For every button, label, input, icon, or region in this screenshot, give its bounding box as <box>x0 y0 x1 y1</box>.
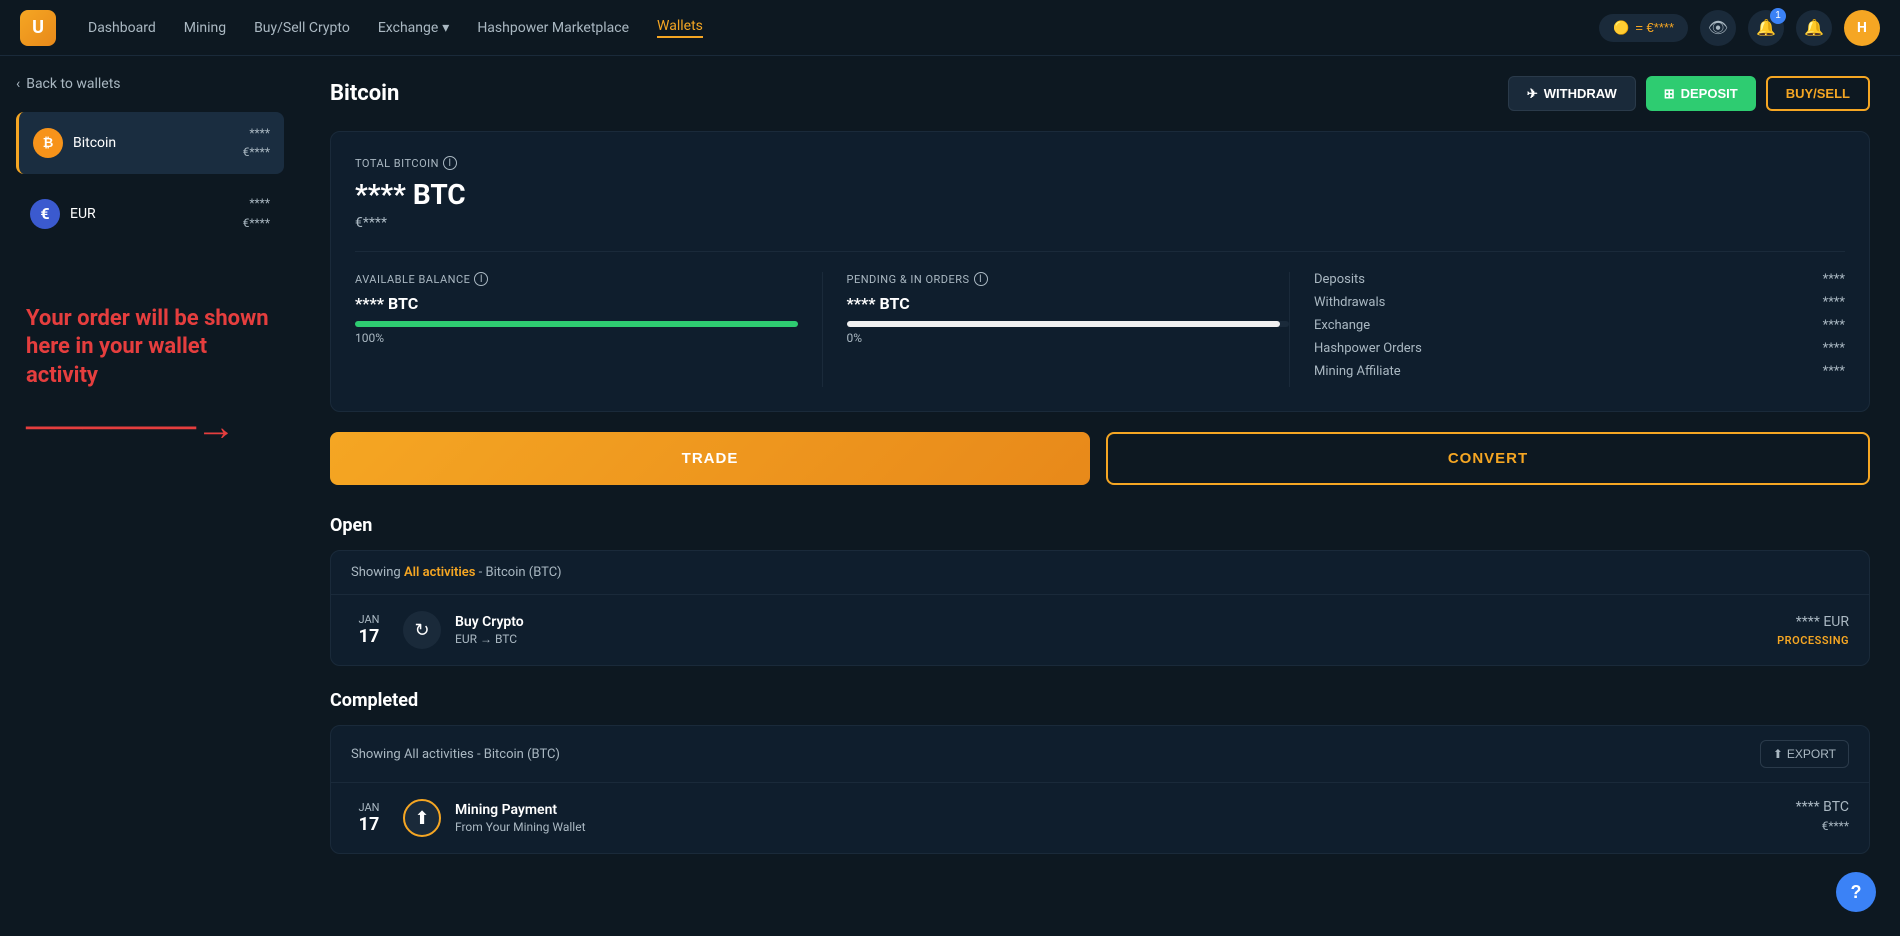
nav-dashboard[interactable]: Dashboard <box>88 20 156 36</box>
wallet-item-eur[interactable]: € EUR **** €**** <box>16 182 284 244</box>
pending-balance-section: PENDING & IN ORDERS i **** BTC 0% <box>822 272 1290 387</box>
avatar[interactable]: H <box>1844 10 1880 46</box>
mining-payment-amount: **** BTC €**** <box>1796 799 1849 837</box>
mining-payment-icon: ⬆ <box>403 799 441 837</box>
balance-card: TOTAL BITCOIN i **** BTC €**** AVAILABLE… <box>330 131 1870 412</box>
bitcoin-wallet-name: Bitcoin <box>73 135 116 151</box>
activity-date-jan17: JAN 17 <box>351 613 387 647</box>
total-fiat: €**** <box>355 215 1845 231</box>
export-button[interactable]: ⬆ EXPORT <box>1760 740 1849 768</box>
annotation-text: Your order will be shown here in your wa… <box>26 305 274 391</box>
navbar-links: Dashboard Mining Buy/Sell Crypto Exchang… <box>88 18 1567 38</box>
navbar-right: 🟡 = €**** 👁 🔔 1 🔔 H <box>1599 10 1880 46</box>
completed-card-header: Showing All activities - Bitcoin (BTC) ⬆… <box>331 726 1869 783</box>
buy-crypto-amount: **** EUR PROCESSING <box>1777 614 1849 647</box>
completed-filter-highlight: All activities <box>404 747 474 762</box>
pending-progress-fill <box>847 321 1281 327</box>
open-section-title: Open <box>330 515 1870 536</box>
content-area: Bitcoin ✈ WITHDRAW ⊞ DEPOSIT BUY/SELL TO… <box>300 56 1900 936</box>
chevron-down-icon: ▾ <box>442 20 449 36</box>
trade-button[interactable]: TRADE <box>330 432 1090 485</box>
available-balance-section: AVAILABLE BALANCE i **** BTC 100% <box>355 272 822 387</box>
main-content: ‹ Back to wallets ₿ Bitcoin **** €**** €… <box>0 56 1900 936</box>
processing-status: PROCESSING <box>1777 634 1849 647</box>
buy-crypto-icon: ↻ <box>403 611 441 649</box>
total-info-icon[interactable]: i <box>443 156 457 170</box>
mining-payment-date: JAN 17 <box>351 801 387 835</box>
pending-amount: **** BTC <box>847 294 1290 313</box>
available-progress-fill <box>355 321 798 327</box>
pending-progress-bar <box>847 321 1290 327</box>
bell-button[interactable]: 🔔 <box>1796 10 1832 46</box>
stat-deposits: Deposits **** <box>1314 272 1845 287</box>
eur-icon: € <box>30 199 60 229</box>
page-header: Bitcoin ✈ WITHDRAW ⊞ DEPOSIT BUY/SELL <box>330 76 1870 111</box>
bell-icon: 🔔 <box>1804 18 1824 38</box>
eye-slash-icon: 👁 <box>1708 18 1728 38</box>
total-label: TOTAL BITCOIN i <box>355 156 1845 170</box>
navbar: U Dashboard Mining Buy/Sell Crypto Excha… <box>0 0 1900 56</box>
stat-exchange: Exchange **** <box>1314 318 1845 333</box>
completed-section-title: Completed <box>330 690 1870 711</box>
buy-crypto-info: Buy Crypto EUR → BTC <box>455 614 1777 646</box>
open-filter-row: Showing All activities - Bitcoin (BTC) <box>331 551 1869 595</box>
notification-button[interactable]: 🔔 1 <box>1748 10 1784 46</box>
available-info-icon[interactable]: i <box>474 272 488 286</box>
page-title: Bitcoin <box>330 81 399 106</box>
nav-mining[interactable]: Mining <box>184 20 226 36</box>
btc-icon: ₿ <box>33 128 63 158</box>
nav-wallets[interactable]: Wallets <box>657 18 703 38</box>
completed-activity-row-0[interactable]: JAN 17 ⬆ Mining Payment From Your Mining… <box>331 783 1869 853</box>
sidebar: ‹ Back to wallets ₿ Bitcoin **** €**** €… <box>0 56 300 936</box>
stat-hashpower-orders: Hashpower Orders **** <box>1314 341 1845 356</box>
balance-button[interactable]: 🟡 = €**** <box>1599 14 1688 42</box>
pending-info-icon[interactable]: i <box>974 272 988 286</box>
deposit-icon: ⊞ <box>1664 86 1675 102</box>
wallet-item-bitcoin[interactable]: ₿ Bitcoin **** €**** <box>16 112 284 174</box>
available-progress-bar <box>355 321 798 327</box>
logo[interactable]: U <box>20 10 56 46</box>
stat-withdrawals: Withdrawals **** <box>1314 295 1845 310</box>
back-to-wallets-link[interactable]: ‹ Back to wallets <box>16 76 284 92</box>
nav-hashpower[interactable]: Hashpower Marketplace <box>477 20 629 36</box>
bitcoin-wallet-values: **** €**** <box>243 124 270 162</box>
open-activity-row-0[interactable]: JAN 17 ↻ Buy Crypto EUR → BTC **** EUR P… <box>331 595 1869 665</box>
export-icon: ⬆ <box>1773 747 1783 761</box>
eye-slash-button[interactable]: 👁 <box>1700 10 1736 46</box>
nav-exchange[interactable]: Exchange ▾ <box>378 20 449 36</box>
action-buttons: TRADE CONVERT <box>330 432 1870 485</box>
open-activity-card: Showing All activities - Bitcoin (BTC) J… <box>330 550 1870 666</box>
stats-section: Deposits **** Withdrawals **** Exchange … <box>1289 272 1845 387</box>
withdraw-button[interactable]: ✈ WITHDRAW <box>1508 76 1636 111</box>
stat-mining-affiliate: Mining Affiliate **** <box>1314 364 1845 379</box>
deposit-button[interactable]: ⊞ DEPOSIT <box>1646 76 1756 111</box>
total-amount: **** BTC <box>355 178 1845 211</box>
wallet-icon: 🟡 <box>1613 20 1629 36</box>
open-filter-highlight: All activities <box>404 565 475 580</box>
notification-badge: 1 <box>1770 8 1786 24</box>
annotation: Your order will be shown here in your wa… <box>16 285 284 467</box>
completed-filter-row: Showing All activities - Bitcoin (BTC) <box>351 747 560 762</box>
send-icon: ✈ <box>1527 86 1538 102</box>
eur-wallet-values: **** €**** <box>243 194 270 232</box>
annotation-arrow: ──────→ <box>26 407 274 447</box>
mining-payment-info: Mining Payment From Your Mining Wallet <box>455 802 1796 834</box>
help-button[interactable]: ? <box>1836 872 1876 912</box>
convert-button[interactable]: CONVERT <box>1106 432 1870 485</box>
chevron-left-icon: ‹ <box>16 76 20 92</box>
header-buttons: ✈ WITHDRAW ⊞ DEPOSIT BUY/SELL <box>1508 76 1870 111</box>
nav-buysell[interactable]: Buy/Sell Crypto <box>254 20 350 36</box>
balance-breakdown: AVAILABLE BALANCE i **** BTC 100% PENDIN… <box>355 251 1845 387</box>
available-amount: **** BTC <box>355 294 798 313</box>
buysell-button[interactable]: BUY/SELL <box>1766 76 1870 111</box>
completed-activity-card: Showing All activities - Bitcoin (BTC) ⬆… <box>330 725 1870 854</box>
available-percentage: 100% <box>355 331 798 345</box>
pending-percentage: 0% <box>847 331 1290 345</box>
eur-wallet-name: EUR <box>70 206 96 222</box>
